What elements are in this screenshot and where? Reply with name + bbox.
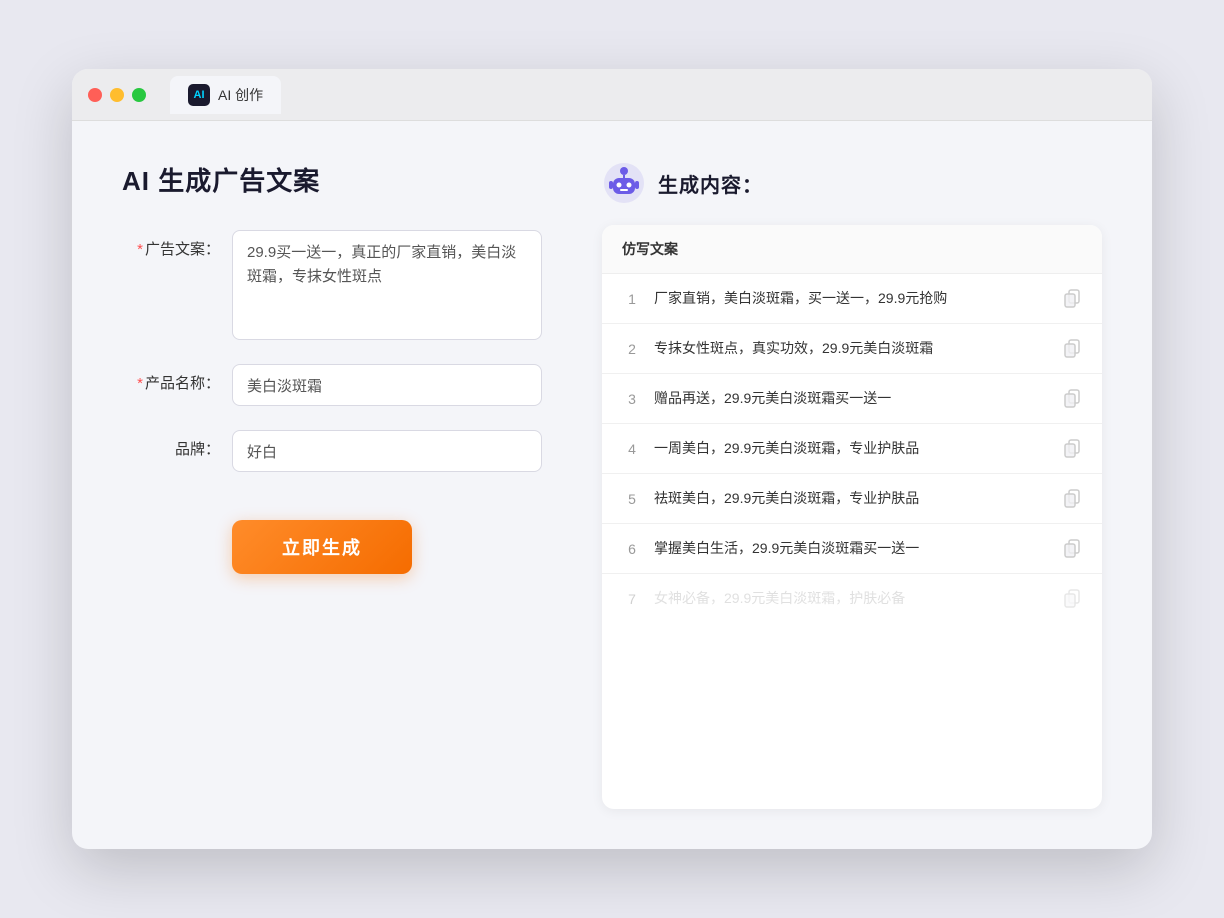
ad-copy-label: *广告文案： (122, 230, 232, 259)
copy-icon[interactable] (1062, 389, 1082, 409)
row-num: 6 (622, 541, 642, 557)
robot-icon (602, 161, 646, 205)
page-title: AI 生成广告文案 (122, 161, 542, 198)
row-text: 厂家直销，美白淡斑霜，买一送一，29.9元抢购 (654, 288, 1050, 309)
copy-icon[interactable] (1062, 489, 1082, 509)
table-row: 2 专抹女性斑点，真实功效，29.9元美白淡斑霜 (602, 324, 1102, 374)
row-text: 赠品再送，29.9元美白淡斑霜买一送一 (654, 388, 1050, 409)
row-text: 专抹女性斑点，真实功效，29.9元美白淡斑霜 (654, 338, 1050, 359)
table-row: 5 祛斑美白，29.9元美白淡斑霜，专业护肤品 (602, 474, 1102, 524)
tab-label: AI 创作 (218, 85, 263, 105)
copy-icon[interactable] (1062, 289, 1082, 309)
table-row: 1 厂家直销，美白淡斑霜，买一送一，29.9元抢购 (602, 274, 1102, 324)
ad-copy-input[interactable]: 29.9买一送一，真正的厂家直销，美白淡斑霜，专抹女性斑点 (232, 230, 542, 340)
row-num: 3 (622, 391, 642, 407)
brand-label: 品牌： (122, 430, 232, 459)
right-panel: 生成内容： 仿写文案 1 厂家直销，美白淡斑霜，买一送一，29.9元抢购 2 专… (602, 161, 1102, 809)
row-text: 一周美白，29.9元美白淡斑霜，专业护肤品 (654, 438, 1050, 459)
table-row: 6 掌握美白生活，29.9元美白淡斑霜买一送一 (602, 524, 1102, 574)
right-title: 生成内容： (658, 169, 763, 198)
brand-input[interactable] (232, 430, 542, 472)
copy-icon[interactable] (1062, 589, 1082, 609)
product-name-label: *产品名称： (122, 364, 232, 393)
ad-copy-row: *广告文案： 29.9买一送一，真正的厂家直销，美白淡斑霜，专抹女性斑点 (122, 230, 542, 340)
row-num: 2 (622, 341, 642, 357)
table-row: 7 女神必备，29.9元美白淡斑霜，护肤必备 (602, 574, 1102, 623)
row-text: 女神必备，29.9元美白淡斑霜，护肤必备 (654, 588, 1050, 609)
product-name-row: *产品名称： (122, 364, 542, 406)
row-num: 4 (622, 441, 642, 457)
results-table: 仿写文案 1 厂家直销，美白淡斑霜，买一送一，29.9元抢购 2 专抹女性斑点，… (602, 225, 1102, 809)
title-bar: AI AI 创作 (72, 69, 1152, 121)
traffic-lights (88, 88, 146, 102)
required-star-2: * (137, 375, 143, 392)
generate-button[interactable]: 立即生成 (232, 520, 412, 574)
table-row: 3 赠品再送，29.9元美白淡斑霜买一送一 (602, 374, 1102, 424)
left-panel: AI 生成广告文案 *广告文案： 29.9买一送一，真正的厂家直销，美白淡斑霜，… (122, 161, 542, 809)
brand-row: 品牌： (122, 430, 542, 472)
row-text: 掌握美白生活，29.9元美白淡斑霜买一送一 (654, 538, 1050, 559)
product-name-input[interactable] (232, 364, 542, 406)
close-button[interactable] (88, 88, 102, 102)
copy-icon[interactable] (1062, 339, 1082, 359)
main-content: AI 生成广告文案 *广告文案： 29.9买一送一，真正的厂家直销，美白淡斑霜，… (72, 121, 1152, 849)
row-text: 祛斑美白，29.9元美白淡斑霜，专业护肤品 (654, 488, 1050, 509)
copy-icon[interactable] (1062, 439, 1082, 459)
maximize-button[interactable] (132, 88, 146, 102)
column-header: 仿写文案 (622, 241, 678, 257)
ai-tab-icon: AI (188, 84, 210, 106)
row-num: 5 (622, 491, 642, 507)
right-header: 生成内容： (602, 161, 1102, 205)
row-num: 1 (622, 291, 642, 307)
minimize-button[interactable] (110, 88, 124, 102)
tab-ai-create[interactable]: AI AI 创作 (170, 76, 281, 114)
browser-window: AI AI 创作 AI 生成广告文案 *广告文案： 29.9买一送一，真正的厂家… (72, 69, 1152, 849)
table-row: 4 一周美白，29.9元美白淡斑霜，专业护肤品 (602, 424, 1102, 474)
copy-icon[interactable] (1062, 539, 1082, 559)
row-num: 7 (622, 591, 642, 607)
table-header: 仿写文案 (602, 225, 1102, 274)
required-star-1: * (137, 241, 143, 258)
